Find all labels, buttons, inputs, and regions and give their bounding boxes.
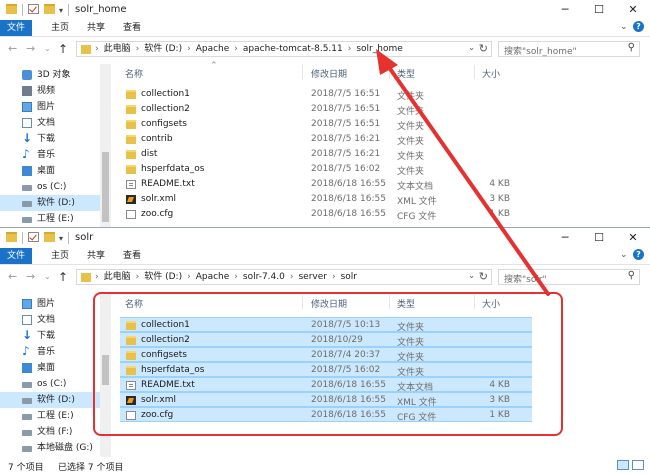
annotation-arrow xyxy=(376,49,550,296)
